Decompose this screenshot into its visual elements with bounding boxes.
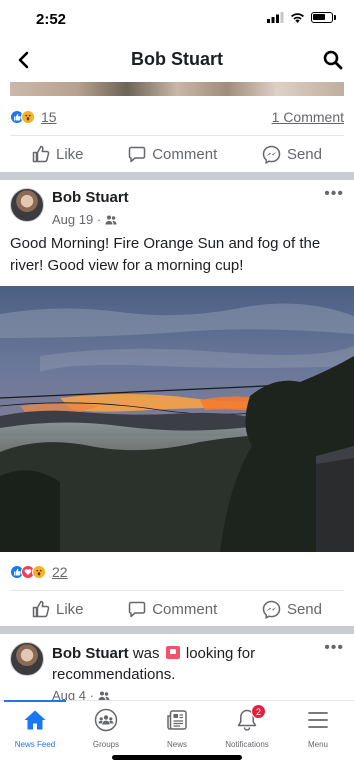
like-label: Like: [56, 145, 84, 163]
home-icon: [22, 707, 48, 733]
avatar[interactable]: [10, 188, 44, 222]
home-indicator: [112, 755, 242, 760]
post-actions: Like Comment Send: [10, 136, 344, 172]
avatar[interactable]: [10, 642, 44, 676]
post-date[interactable]: Aug 4 ·: [52, 688, 94, 700]
comment-icon: [128, 146, 146, 163]
status-time: 2:52: [36, 11, 67, 28]
like-button[interactable]: Like: [32, 145, 84, 163]
reaction-count[interactable]: 15: [41, 109, 57, 125]
tab-label: Menu: [307, 740, 328, 749]
previous-post-photo[interactable]: [10, 82, 344, 96]
post-separator: [0, 172, 354, 180]
send-button[interactable]: Send: [262, 145, 322, 164]
post-author[interactable]: Bob Stuart: [52, 189, 129, 206]
thumbs-up-icon: [32, 600, 50, 618]
signal-icon: [267, 12, 284, 23]
search-button[interactable]: [320, 47, 346, 73]
search-icon: [323, 50, 343, 70]
comments-link[interactable]: 1 Comment: [272, 109, 344, 125]
active-tab-indicator: [4, 700, 66, 702]
bottom-tab-bar: News Feed Groups News 2 Notifications Me…: [0, 700, 354, 768]
page-title: Bob Stuart: [131, 49, 223, 69]
tab-news[interactable]: News: [142, 707, 212, 757]
post-options-button[interactable]: •••: [324, 640, 344, 656]
wifi-icon: [291, 13, 304, 23]
notifications-badge: 2: [251, 704, 266, 719]
tab-groups[interactable]: Groups: [71, 707, 141, 757]
post-meta: Aug 4 ·: [52, 688, 110, 700]
reactions-summary[interactable]: 15 1 Comment: [10, 106, 344, 128]
reaction-icons: [10, 565, 46, 579]
tab-label: Notifications: [225, 740, 269, 749]
messenger-icon: [262, 145, 281, 164]
send-label: Send: [286, 145, 322, 163]
tab-label: News Feed: [14, 740, 56, 749]
post-header: Bob Stuart Aug 19 · •••: [10, 186, 344, 232]
nav-header: Bob Stuart: [0, 40, 354, 80]
thumbs-up-icon: [32, 145, 50, 163]
tab-label: Groups: [92, 740, 120, 749]
reaction-count[interactable]: 22: [52, 564, 68, 580]
post-author[interactable]: Bob Stuart: [52, 645, 129, 662]
friends-audience-icon: [98, 691, 110, 700]
send-button[interactable]: Send: [262, 600, 322, 619]
battery-cap: [334, 15, 336, 20]
post-photo[interactable]: [0, 286, 354, 552]
tab-label: News: [166, 740, 187, 749]
post-header: Bob Stuart was looking for recommendatio…: [10, 640, 344, 700]
send-label: Send: [286, 600, 322, 618]
post-options-button[interactable]: •••: [324, 186, 344, 202]
hamburger-icon: [305, 707, 331, 733]
reaction-icons: [10, 110, 35, 124]
comment-label: Comment: [152, 145, 218, 163]
post-separator: [0, 626, 354, 634]
wow-reaction-icon: [21, 110, 35, 124]
was-text: was: [128, 645, 164, 662]
post-date[interactable]: Aug 19 ·: [52, 212, 101, 227]
like-button[interactable]: Like: [32, 600, 84, 618]
post-author-line: Bob Stuart was looking for recommendatio…: [52, 643, 292, 685]
post-text: Good Morning! Fire Orange Sun and fog of…: [10, 235, 321, 274]
post-meta: Aug 19 ·: [52, 212, 117, 227]
news-icon: [164, 707, 190, 733]
sunset-photo: [0, 286, 354, 552]
messenger-icon: [262, 600, 281, 619]
comment-label: Comment: [152, 600, 218, 618]
reactions-summary[interactable]: 22: [10, 561, 344, 583]
post-actions: Like Comment Send: [10, 591, 344, 627]
friends-audience-icon: [105, 215, 117, 224]
recommendation-flag-icon: [165, 646, 180, 659]
comment-button[interactable]: Comment: [128, 145, 217, 163]
wow-reaction-icon: [32, 565, 46, 579]
bell-icon: 2: [234, 704, 266, 733]
battery-icon: [311, 12, 333, 23]
tab-news-feed[interactable]: News Feed: [0, 707, 70, 757]
status-bar: 2:52: [0, 0, 354, 40]
groups-icon: [93, 707, 119, 733]
comment-icon: [128, 601, 146, 618]
tab-notifications[interactable]: 2 Notifications: [212, 704, 282, 757]
comment-button[interactable]: Comment: [128, 600, 217, 618]
like-label: Like: [56, 600, 84, 618]
tab-menu[interactable]: Menu: [283, 707, 353, 757]
status-icons: [267, 12, 336, 23]
news-feed[interactable]: 15 1 Comment Like Comment Send Bob Stuar…: [0, 80, 354, 700]
